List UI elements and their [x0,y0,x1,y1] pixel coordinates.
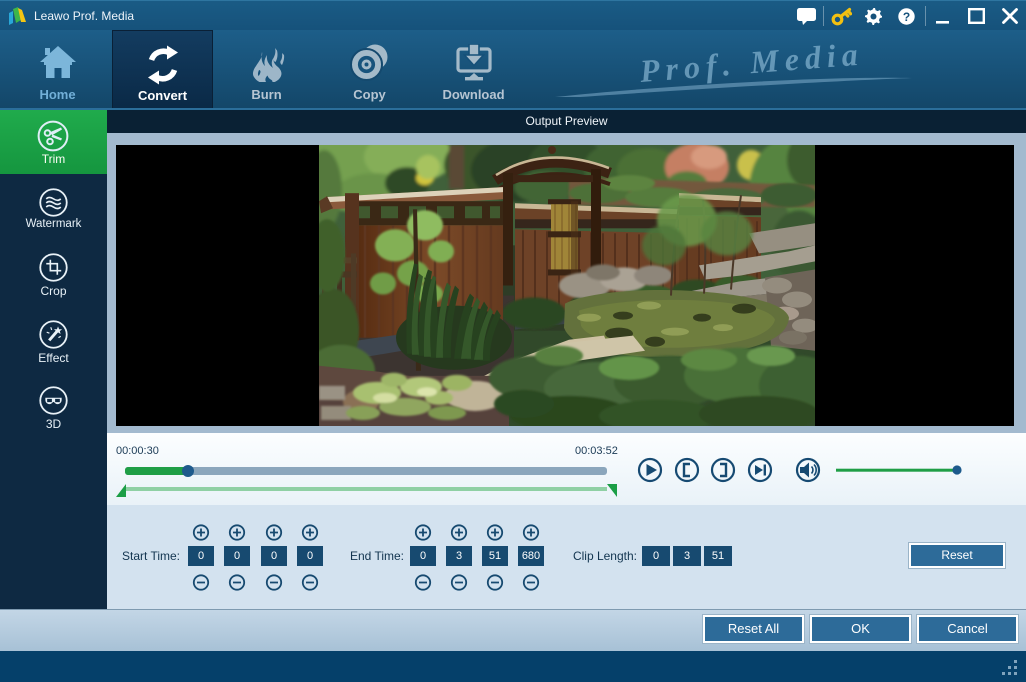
svg-text:?: ? [903,10,910,24]
